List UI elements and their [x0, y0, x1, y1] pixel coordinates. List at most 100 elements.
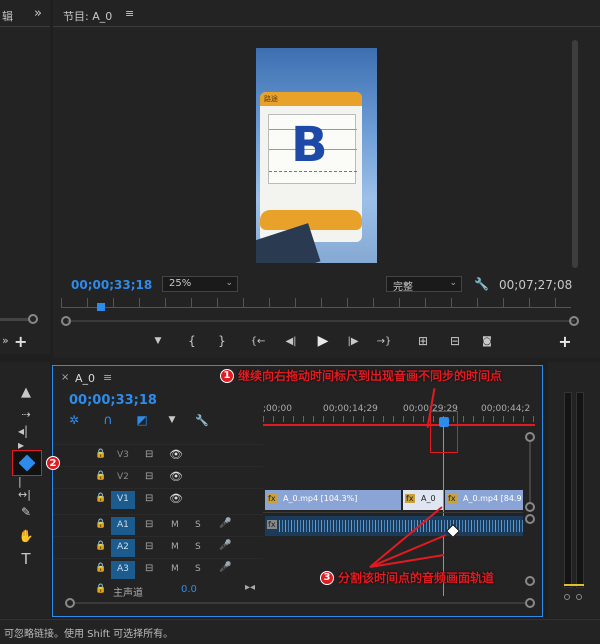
- left-panel-tab[interactable]: 辑: [2, 8, 13, 24]
- annotation-badge: 1: [220, 368, 234, 383]
- track-header-a1: 🔒 A1 ⊟ M S 🎤: [53, 514, 263, 536]
- mute-button[interactable]: M: [171, 542, 179, 552]
- timeline-hscroll-right-knob[interactable]: [525, 598, 535, 608]
- lock-icon[interactable]: 🔒: [95, 519, 106, 529]
- lock-icon[interactable]: 🔒: [95, 471, 106, 481]
- ripple-edit-tool-icon[interactable]: ◂|▸: [18, 424, 34, 452]
- mute-button[interactable]: M: [171, 520, 179, 530]
- add-marker-icon[interactable]: ▼: [165, 413, 179, 427]
- left-panel-scroll-knob[interactable]: [28, 314, 38, 324]
- go-to-out-button[interactable]: →}: [375, 334, 393, 348]
- track-label[interactable]: A3: [117, 564, 129, 574]
- solo-button[interactable]: S: [195, 520, 201, 530]
- razor-tool-box[interactable]: [12, 450, 42, 476]
- hand-tool-icon[interactable]: ✋: [18, 528, 34, 544]
- zoom-value: 25%: [169, 278, 192, 289]
- mute-button[interactable]: M: [171, 564, 179, 574]
- mini-scroll-track[interactable]: [67, 320, 575, 322]
- step-back-button[interactable]: ◀|: [283, 334, 299, 348]
- zoom-select[interactable]: 25% ⌄: [162, 276, 238, 292]
- timeline-scroll-track[interactable]: [529, 442, 531, 502]
- timeline-timecode[interactable]: 00;00;33;18: [69, 393, 157, 408]
- extract-button[interactable]: ⊟: [447, 334, 463, 348]
- lock-icon[interactable]: 🔒: [95, 541, 106, 551]
- track-label[interactable]: V1: [117, 494, 129, 504]
- mini-scroll-right-knob[interactable]: [569, 316, 579, 326]
- step-forward-button[interactable]: |▶: [345, 334, 361, 348]
- lock-icon[interactable]: 🔒: [95, 449, 106, 459]
- monitor-scrollbar[interactable]: [572, 40, 578, 268]
- sync-lock-icon[interactable]: ⊟: [145, 493, 153, 504]
- eye-icon[interactable]: 👁: [169, 448, 183, 461]
- wrench-icon[interactable]: 🔧: [195, 413, 209, 427]
- annotation-badge: 2: [46, 456, 60, 470]
- solo-button[interactable]: S: [195, 564, 201, 574]
- annotation-2: 2: [46, 456, 60, 470]
- sync-lock-icon[interactable]: ⊟: [145, 541, 153, 552]
- left-panel-more-button[interactable]: »: [34, 6, 42, 21]
- sync-lock-icon[interactable]: ⊟: [145, 449, 153, 460]
- program-current-timecode[interactable]: 00;00;33;18: [71, 278, 152, 292]
- card-inner: B: [268, 114, 357, 184]
- timeline-scroll-top-knob[interactable]: [525, 432, 535, 442]
- program-monitor-title[interactable]: 节目: A_0: [63, 8, 112, 24]
- linked-selection-icon[interactable]: ◩: [135, 413, 149, 427]
- sync-lock-icon[interactable]: ⊟: [145, 471, 153, 482]
- microphone-icon[interactable]: 🎤: [219, 518, 231, 529]
- sync-lock-icon[interactable]: ⊟: [145, 519, 153, 530]
- eye-icon[interactable]: 👁: [169, 492, 183, 505]
- master-value[interactable]: 0.0: [181, 584, 197, 595]
- slip-tool-icon[interactable]: |↔|: [18, 475, 34, 501]
- track-select-tool-icon[interactable]: ⇢: [18, 406, 34, 422]
- quality-select[interactable]: 完整 ⌄: [386, 276, 462, 293]
- timeline-hscroll-left-knob[interactable]: [65, 598, 75, 608]
- track-header-v1: 🔒 V1 ⊟ 👁: [53, 488, 263, 510]
- selection-tool-icon[interactable]: ▲: [18, 384, 34, 400]
- eye-icon[interactable]: 👁: [169, 470, 183, 483]
- add-marker-button[interactable]: ▼: [151, 334, 165, 348]
- pen-tool-icon[interactable]: ✎: [18, 504, 34, 520]
- solo-button[interactable]: S: [195, 542, 201, 552]
- play-button[interactable]: ▶: [315, 332, 331, 350]
- meter-solo-left[interactable]: [564, 594, 570, 600]
- lock-icon[interactable]: 🔒: [95, 563, 106, 573]
- mini-playhead[interactable]: [97, 303, 105, 311]
- timeline-menu[interactable]: ≡: [103, 371, 112, 384]
- microphone-icon[interactable]: 🎤: [219, 540, 231, 551]
- timeline-scroll-mid-knob[interactable]: [525, 502, 535, 512]
- mark-in-button[interactable]: {: [185, 334, 199, 348]
- camera-icon[interactable]: ◙: [479, 334, 495, 348]
- track-label[interactable]: V3: [117, 450, 129, 460]
- track-label[interactable]: A1: [117, 520, 129, 530]
- meter-solo-right[interactable]: [576, 594, 582, 600]
- go-to-in-button[interactable]: {←: [249, 334, 267, 348]
- go-to-end-icon[interactable]: ▸◂: [245, 582, 255, 593]
- program-monitor-menu[interactable]: ≡: [125, 7, 134, 20]
- timeline-name[interactable]: A_0: [75, 372, 95, 385]
- ruler-label: 00;00;44;2: [481, 404, 531, 414]
- lock-icon[interactable]: 🔒: [95, 493, 106, 503]
- left-panel-add-button[interactable]: +: [14, 332, 27, 351]
- type-tool-button[interactable]: T: [18, 550, 34, 568]
- wrench-icon[interactable]: 🔧: [474, 277, 489, 291]
- track-label[interactable]: V2: [117, 472, 129, 482]
- track-label[interactable]: A2: [117, 542, 129, 552]
- lock-icon[interactable]: 🔒: [95, 584, 106, 594]
- microphone-icon[interactable]: 🎤: [219, 562, 231, 573]
- mini-ruler[interactable]: [61, 298, 571, 308]
- lift-button[interactable]: ⊞: [415, 334, 431, 348]
- left-panel-more-bottom[interactable]: »: [2, 334, 9, 347]
- button-editor-add-button[interactable]: +: [557, 332, 573, 351]
- mark-out-button[interactable]: }: [215, 334, 229, 348]
- snap-magnet-icon[interactable]: ∩: [101, 413, 115, 428]
- timeline-scroll-mid-knob2[interactable]: [525, 514, 535, 524]
- sync-lock-icon[interactable]: ⊟: [145, 563, 153, 574]
- mini-scroll-left-knob[interactable]: [61, 316, 71, 326]
- track-header-v3: 🔒 V3 ⊟ 👁: [53, 444, 263, 466]
- timeline-close-button[interactable]: ×: [61, 372, 69, 383]
- nest-toggle-icon[interactable]: ✲: [67, 413, 81, 427]
- annotation-badge: 3: [320, 570, 334, 585]
- timeline-hscroll-track[interactable]: [75, 602, 525, 604]
- timeline-ruler[interactable]: ;00;00 00;00;14;29 00;00;29;29 00;00;44;…: [263, 402, 535, 428]
- timeline-scroll-bottom-knob[interactable]: [525, 576, 535, 586]
